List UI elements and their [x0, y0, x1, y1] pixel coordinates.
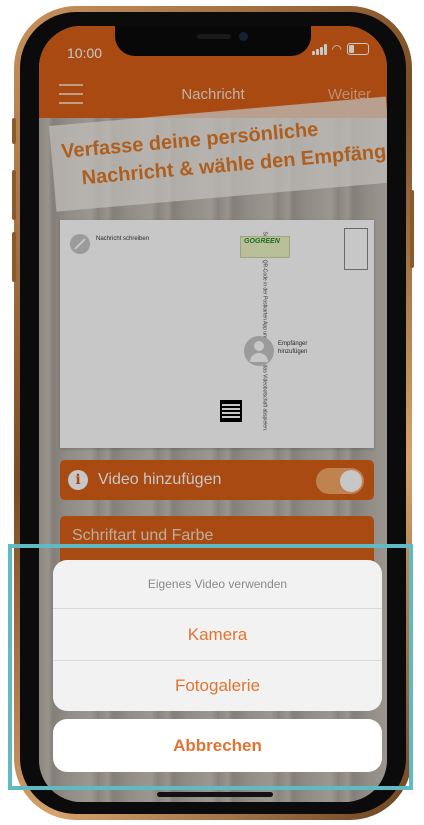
- mute-switch: [12, 118, 16, 144]
- home-indicator: [157, 792, 273, 797]
- highlight-box: [8, 544, 413, 790]
- volume-down-button: [12, 232, 16, 282]
- volume-up-button: [12, 170, 16, 220]
- power-button: [410, 190, 414, 268]
